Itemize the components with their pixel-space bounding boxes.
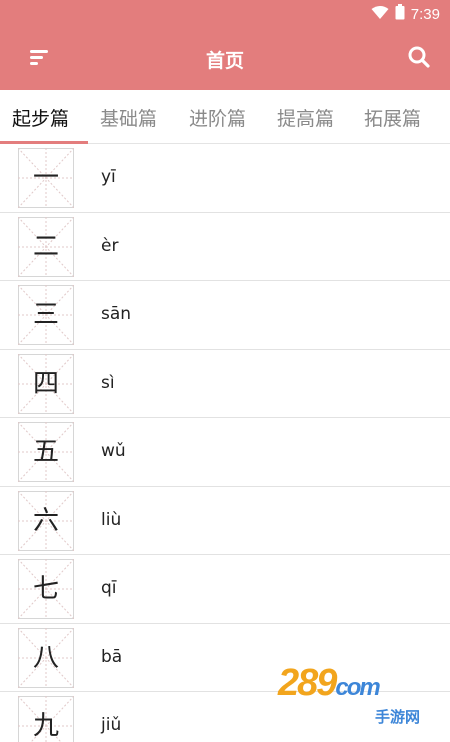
tab-tigao[interactable]: 提高篇 <box>277 104 334 131</box>
list-item[interactable]: 四 sì <box>0 349 450 418</box>
hanzi-character: 二 <box>32 231 59 262</box>
status-bar: 7:39 <box>0 0 450 28</box>
hanzi-character: 九 <box>32 711 59 741</box>
tianzige-grid: 三 <box>18 285 74 345</box>
search-icon <box>407 45 431 73</box>
list-item[interactable]: 一 yī <box>0 144 450 213</box>
pinyin-label: liù <box>101 509 122 530</box>
pinyin-label: yī <box>101 167 116 187</box>
list-item[interactable]: 五 wǔ <box>0 418 450 487</box>
pinyin-label: wǔ <box>101 441 126 461</box>
pinyin-label: sān <box>101 304 132 324</box>
watermark-brand: 289com <box>278 662 381 704</box>
tab-tuozhan[interactable]: 拓展篇 <box>364 104 421 131</box>
category-tabs: 起步篇 基础篇 进阶篇 提高篇 拓展篇 <box>0 90 450 144</box>
tianzige-grid: 七 <box>18 559 74 619</box>
battery-icon <box>395 4 405 24</box>
tianzige-grid: 六 <box>18 490 74 551</box>
tianzige-grid: 九 <box>18 696 74 742</box>
hanzi-character: 三 <box>32 300 59 330</box>
watermark-logo: 289com 手游网 <box>270 660 420 730</box>
pinyin-label: qī <box>101 578 117 598</box>
tab-jichu[interactable]: 基础篇 <box>100 104 157 131</box>
status-time: 7:39 <box>410 5 440 23</box>
hanzi-character: 七 <box>32 574 59 604</box>
hanzi-character: 五 <box>32 437 59 467</box>
hanzi-character: 八 <box>32 642 59 673</box>
wifi-icon <box>371 5 389 24</box>
character-list: 一 yī 二 èr 三 sān 四 sì 五 wǔ 六 liù 七 qī 八 b… <box>0 144 450 742</box>
hanzi-character: 四 <box>32 368 59 399</box>
tab-jinjie[interactable]: 进阶篇 <box>189 104 246 131</box>
pinyin-label: jiǔ <box>101 715 122 735</box>
watermark-subtitle: 手游网 <box>374 708 420 726</box>
list-item[interactable]: 三 sān <box>0 281 450 350</box>
tianzige-grid: 一 <box>18 148 74 208</box>
pinyin-label: èr <box>101 235 119 256</box>
search-button[interactable] <box>402 43 436 75</box>
app-bar: 首页 <box>0 28 450 90</box>
tianzige-grid: 五 <box>18 422 74 482</box>
hanzi-character: 一 <box>32 163 59 193</box>
list-item[interactable]: 六 liù <box>0 486 450 555</box>
tab-qibu[interactable]: 起步篇 <box>12 104 69 131</box>
page-title: 首页 <box>205 50 244 72</box>
tianzige-grid: 八 <box>18 627 74 688</box>
pinyin-label: sì <box>101 372 115 393</box>
hanzi-character: 六 <box>32 505 59 536</box>
list-item[interactable]: 二 èr <box>0 212 450 281</box>
pinyin-label: bā <box>101 646 123 667</box>
tianzige-grid: 二 <box>18 216 74 277</box>
list-item[interactable]: 七 qī <box>0 555 450 624</box>
tianzige-grid: 四 <box>18 353 74 414</box>
status-indicators: 7:39 <box>371 4 440 24</box>
